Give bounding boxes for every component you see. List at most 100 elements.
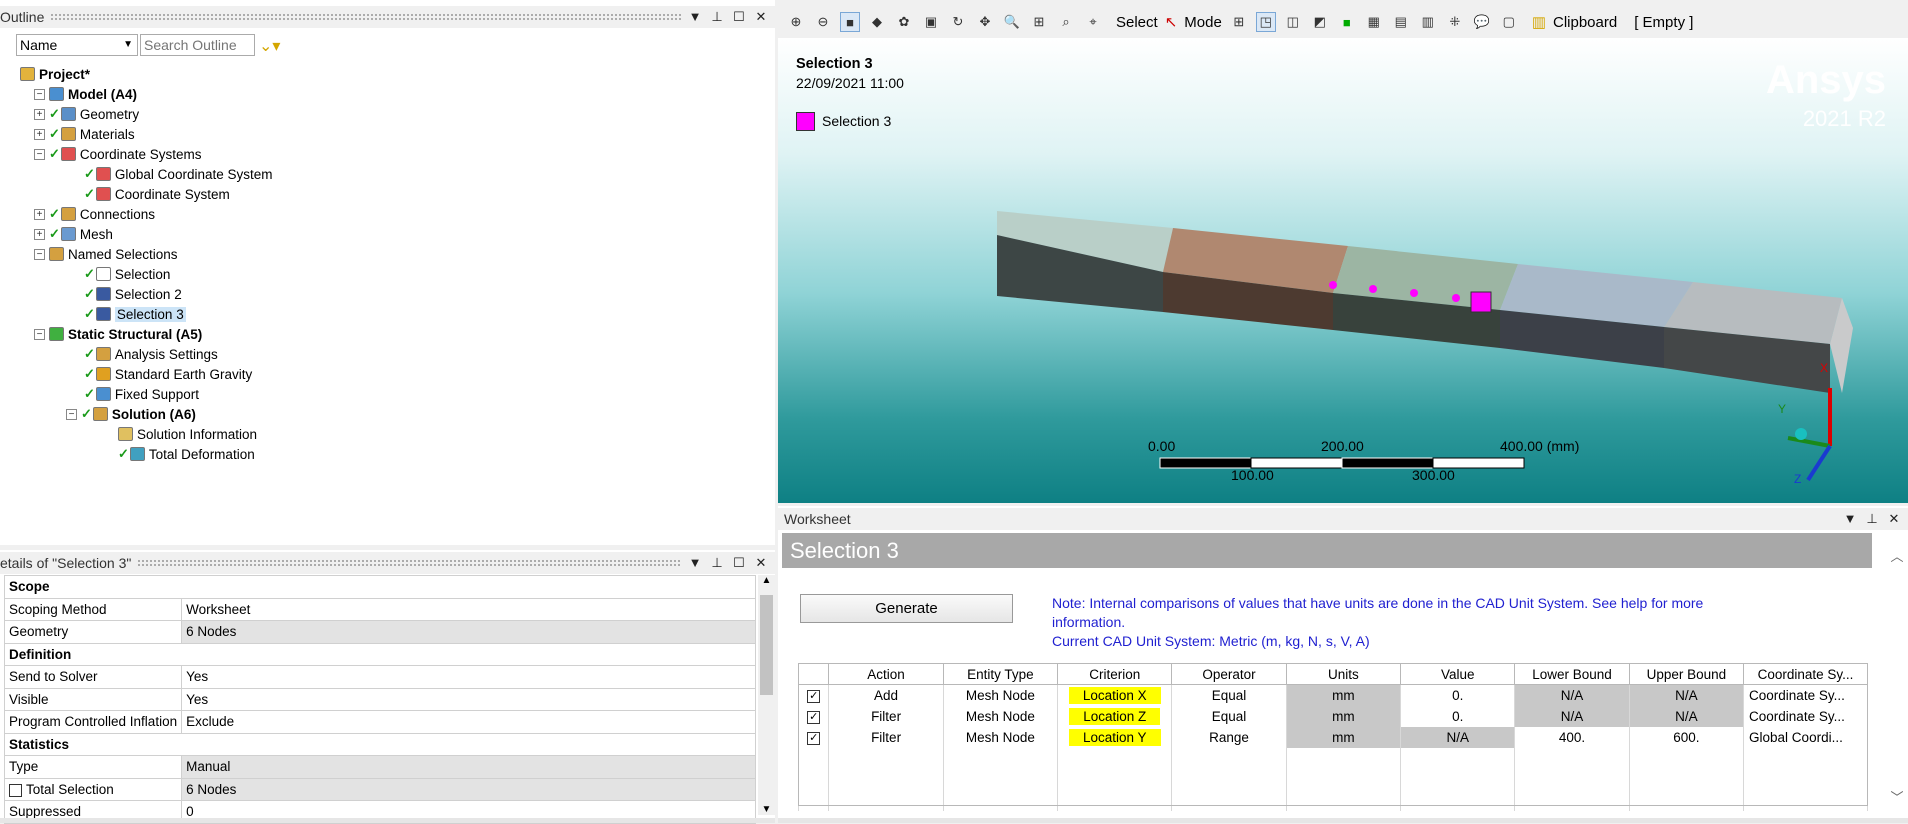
column-header[interactable]: Criterion — [1057, 663, 1173, 685]
graphics-viewport[interactable]: Selection 3 22/09/2021 11:00 Selection 3… — [778, 38, 1908, 503]
tree-item[interactable]: − Static Structural (A5) — [34, 324, 202, 344]
column-header[interactable]: Operator — [1171, 663, 1287, 685]
tree-item[interactable]: − Model (A4) — [34, 84, 137, 104]
box-zoom-icon[interactable]: ⊞ — [1029, 12, 1049, 32]
tree-item[interactable]: − ✓ Coordinate Systems — [34, 144, 201, 164]
worksheet-scrollbar[interactable]: ︿ ﹀ — [1888, 546, 1906, 806]
coordinate-icon[interactable]: ⁜ — [1445, 12, 1465, 32]
vertex-select-icon[interactable]: ◳ — [1255, 12, 1276, 32]
cell-criterion[interactable]: Location Z — [1057, 705, 1173, 727]
close-icon[interactable]: ✕ — [753, 9, 769, 25]
criteria-row[interactable]: ✓ Add Mesh Node Location X Equal mm 0. N/A N/A Co… — [797, 684, 1868, 706]
scroll-thumb[interactable] — [760, 595, 773, 695]
cell-action[interactable]: Add — [828, 684, 944, 706]
expand-toggle-icon[interactable]: − — [34, 248, 45, 260]
expand-toggle-icon[interactable]: − — [34, 148, 45, 160]
cell-operator[interactable]: Equal — [1171, 705, 1287, 727]
clipboard-menu[interactable]: Clipboard — [1553, 14, 1617, 31]
zoom-icon[interactable]: 🔍 — [1002, 12, 1022, 32]
element-select-icon[interactable]: ▤ — [1391, 12, 1411, 32]
criteria-row[interactable]: ✓ Filter Mesh Node Location Z Equal mm 0. N/A N/… — [797, 705, 1868, 727]
expand-toggle-icon[interactable]: + — [34, 208, 45, 220]
close-icon[interactable]: ✕ — [753, 555, 769, 571]
outline-grip[interactable] — [50, 13, 681, 21]
close-icon[interactable]: ✕ — [1886, 511, 1902, 527]
scroll-down-icon[interactable]: ▼ — [758, 804, 775, 815]
details-property-row[interactable]: Scoping Method Worksheet — [3, 597, 756, 621]
cell-coord[interactable]: Coordinate Sy... — [1743, 684, 1868, 706]
cell-operator[interactable]: Equal — [1171, 684, 1287, 706]
property-value[interactable]: Exclude — [181, 710, 756, 734]
dropdown-icon[interactable]: ▼ — [1842, 511, 1858, 527]
details-group-row[interactable]: Scope — [4, 575, 756, 599]
column-header[interactable]: Units — [1285, 663, 1402, 685]
details-group-row[interactable]: Statistics — [4, 732, 756, 756]
column-header[interactable]: Entity Type — [942, 663, 1059, 685]
property-value[interactable]: Manual — [181, 755, 756, 779]
comment-icon[interactable]: 💬 — [1472, 12, 1492, 32]
scroll-up-icon[interactable]: ▲ — [758, 575, 775, 586]
cell-value[interactable]: N/A — [1400, 726, 1516, 748]
zoom-out-icon[interactable]: ⊖ — [813, 12, 833, 32]
row-enabled-checkbox[interactable]: ✓ — [807, 690, 821, 704]
zoom-in-icon[interactable]: ⊕ — [786, 12, 806, 32]
cell-entity[interactable]: Mesh Node — [942, 684, 1059, 706]
tree-item[interactable]: + ✓ Mesh — [34, 224, 113, 244]
tree-item[interactable]: Project* — [6, 64, 90, 84]
expand-toggle-icon[interactable]: − — [34, 88, 45, 100]
tree-item[interactable]: − ✓ Solution (A6) — [66, 404, 196, 424]
details-property-row[interactable]: Total Selection 6 Nodes — [3, 777, 756, 801]
expand-toggle-icon[interactable]: − — [66, 408, 77, 420]
column-header[interactable]: Lower Bound — [1514, 663, 1630, 685]
details-property-row[interactable]: Program Controlled Inflation Exclude — [3, 710, 756, 734]
filter-icon[interactable]: ⊞ — [1229, 12, 1249, 32]
search-input[interactable] — [140, 34, 255, 56]
cell-lower[interactable]: N/A — [1514, 705, 1630, 727]
graph-icon[interactable]: ✿ — [894, 12, 914, 32]
scroll-up-icon[interactable]: ︿ — [1888, 546, 1906, 565]
dropdown-icon[interactable]: ▼ — [687, 9, 703, 25]
property-value[interactable]: 6 Nodes — [181, 777, 756, 801]
pan-icon[interactable]: ✥ — [975, 12, 995, 32]
generate-button[interactable]: Generate — [800, 594, 1013, 623]
cube-icon[interactable]: ◆ — [867, 12, 887, 32]
tree-item[interactable]: ✓ Selection — [70, 264, 170, 284]
cell-value[interactable]: 0. — [1400, 684, 1516, 706]
tree-item[interactable]: ✓ Coordinate System — [70, 184, 230, 204]
cell-units[interactable]: mm — [1285, 684, 1402, 706]
cell-coord[interactable]: Global Coordi... — [1743, 726, 1868, 748]
row-enabled-checkbox[interactable]: ✓ — [807, 711, 821, 724]
zoom-fit-icon[interactable]: ⌕ — [1056, 12, 1076, 32]
node-select-icon[interactable]: ▦ — [1364, 12, 1384, 32]
tree-item[interactable]: + ✓ Geometry — [34, 104, 139, 124]
tree-item[interactable]: ✓ Selection 3 — [70, 304, 186, 324]
expand-toggle-icon[interactable]: + — [34, 108, 45, 120]
parameter-checkbox[interactable] — [9, 783, 22, 797]
details-property-row[interactable]: Send to Solver Yes — [3, 665, 756, 689]
element-face-icon[interactable]: ▥ — [1418, 12, 1438, 32]
pin-icon[interactable]: ⊥ — [709, 9, 725, 25]
column-header[interactable] — [797, 663, 830, 685]
edge-select-icon[interactable]: ◫ — [1283, 12, 1303, 32]
cell-action[interactable]: Filter — [828, 705, 944, 727]
maximize-icon[interactable]: ☐ — [731, 555, 747, 571]
cell-value[interactable]: 0. — [1400, 705, 1516, 727]
row-enabled-checkbox[interactable]: ✓ — [807, 732, 821, 745]
cell-upper[interactable]: 600. — [1628, 726, 1745, 748]
mode-menu[interactable]: Mode — [1184, 14, 1222, 31]
details-property-row[interactable]: Geometry 6 Nodes — [3, 620, 756, 644]
view-cube-icon[interactable]: ■ — [840, 12, 860, 32]
clipboard-icon[interactable]: ▥ — [1532, 13, 1546, 31]
tree-item[interactable]: + ✓ Materials — [34, 124, 135, 144]
cell-coord[interactable]: Coordinate Sy... — [1743, 705, 1868, 727]
tree-item[interactable]: ✓ Fixed Support — [70, 384, 199, 404]
frame-icon[interactable]: ▣ — [921, 12, 941, 32]
property-value[interactable]: Worksheet — [181, 597, 756, 621]
dropdown-icon[interactable]: ▼ — [687, 555, 703, 571]
zoom-selection-icon[interactable]: ⌖ — [1083, 12, 1103, 32]
pin-icon[interactable]: ⊥ — [1864, 511, 1880, 527]
rotate-icon[interactable]: ↻ — [948, 12, 968, 32]
details-property-row[interactable]: Type Manual — [3, 755, 756, 779]
filter-field-select[interactable]: Name ▼ — [16, 34, 138, 56]
pin-icon[interactable]: ⊥ — [709, 555, 725, 571]
